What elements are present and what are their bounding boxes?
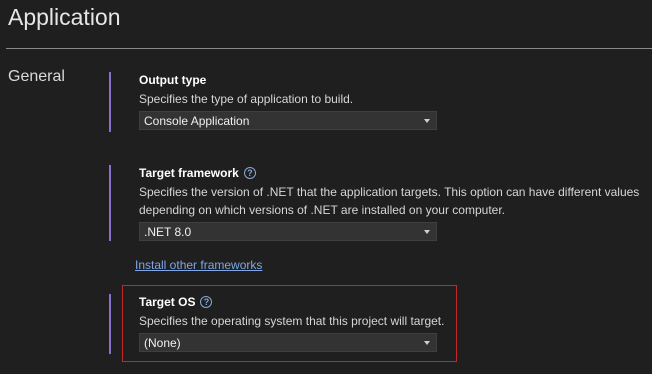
output-type-dropdown[interactable]: Console Application — [139, 111, 437, 130]
target-framework-heading-label: Target framework — [139, 166, 239, 180]
target-os-accent-bar — [109, 294, 111, 354]
target-framework-dropdown[interactable]: .NET 8.0 — [139, 222, 437, 241]
install-other-frameworks-link[interactable]: Install other frameworks — [135, 258, 262, 272]
help-icon[interactable]: ? — [243, 167, 256, 179]
target-framework-selected-value: .NET 8.0 — [144, 225, 192, 239]
target-framework-heading: Target framework ? — [139, 165, 644, 181]
target-os-description: Specifies the operating system that this… — [139, 314, 445, 328]
output-type-group: Output type Specifies the type of applic… — [139, 72, 644, 130]
target-os-heading-label: Target OS — [139, 295, 196, 309]
chevron-down-icon — [424, 119, 430, 123]
output-type-heading: Output type — [139, 72, 644, 88]
target-os-dropdown[interactable]: (None) — [139, 333, 437, 352]
target-framework-description-line-1: Specifies the version of .NET that the a… — [139, 185, 640, 199]
target-framework-description: Specifies the version of .NET that the a… — [139, 183, 644, 219]
title-divider — [6, 48, 652, 49]
target-os-heading: Target OS ? — [139, 294, 644, 310]
section-general[interactable]: General — [8, 68, 65, 86]
output-type-selected-value: Console Application — [144, 114, 250, 128]
output-type-description: Specifies the type of application to bui… — [139, 92, 354, 106]
output-type-heading-label: Output type — [139, 73, 207, 87]
target-os-selected-value: (None) — [144, 336, 181, 350]
help-icon[interactable]: ? — [200, 296, 213, 308]
target-framework-accent-bar — [109, 165, 111, 241]
chevron-down-icon — [424, 341, 430, 345]
chevron-down-icon — [424, 230, 430, 234]
page-title: Application — [8, 4, 121, 30]
target-os-group: Target OS ? Specifies the operating syst… — [139, 294, 644, 352]
output-type-accent-bar — [109, 72, 111, 132]
target-framework-description-line-2: depending on which versions of .NET are … — [139, 203, 505, 217]
target-framework-group: Target framework ? Specifies the version… — [139, 165, 644, 241]
